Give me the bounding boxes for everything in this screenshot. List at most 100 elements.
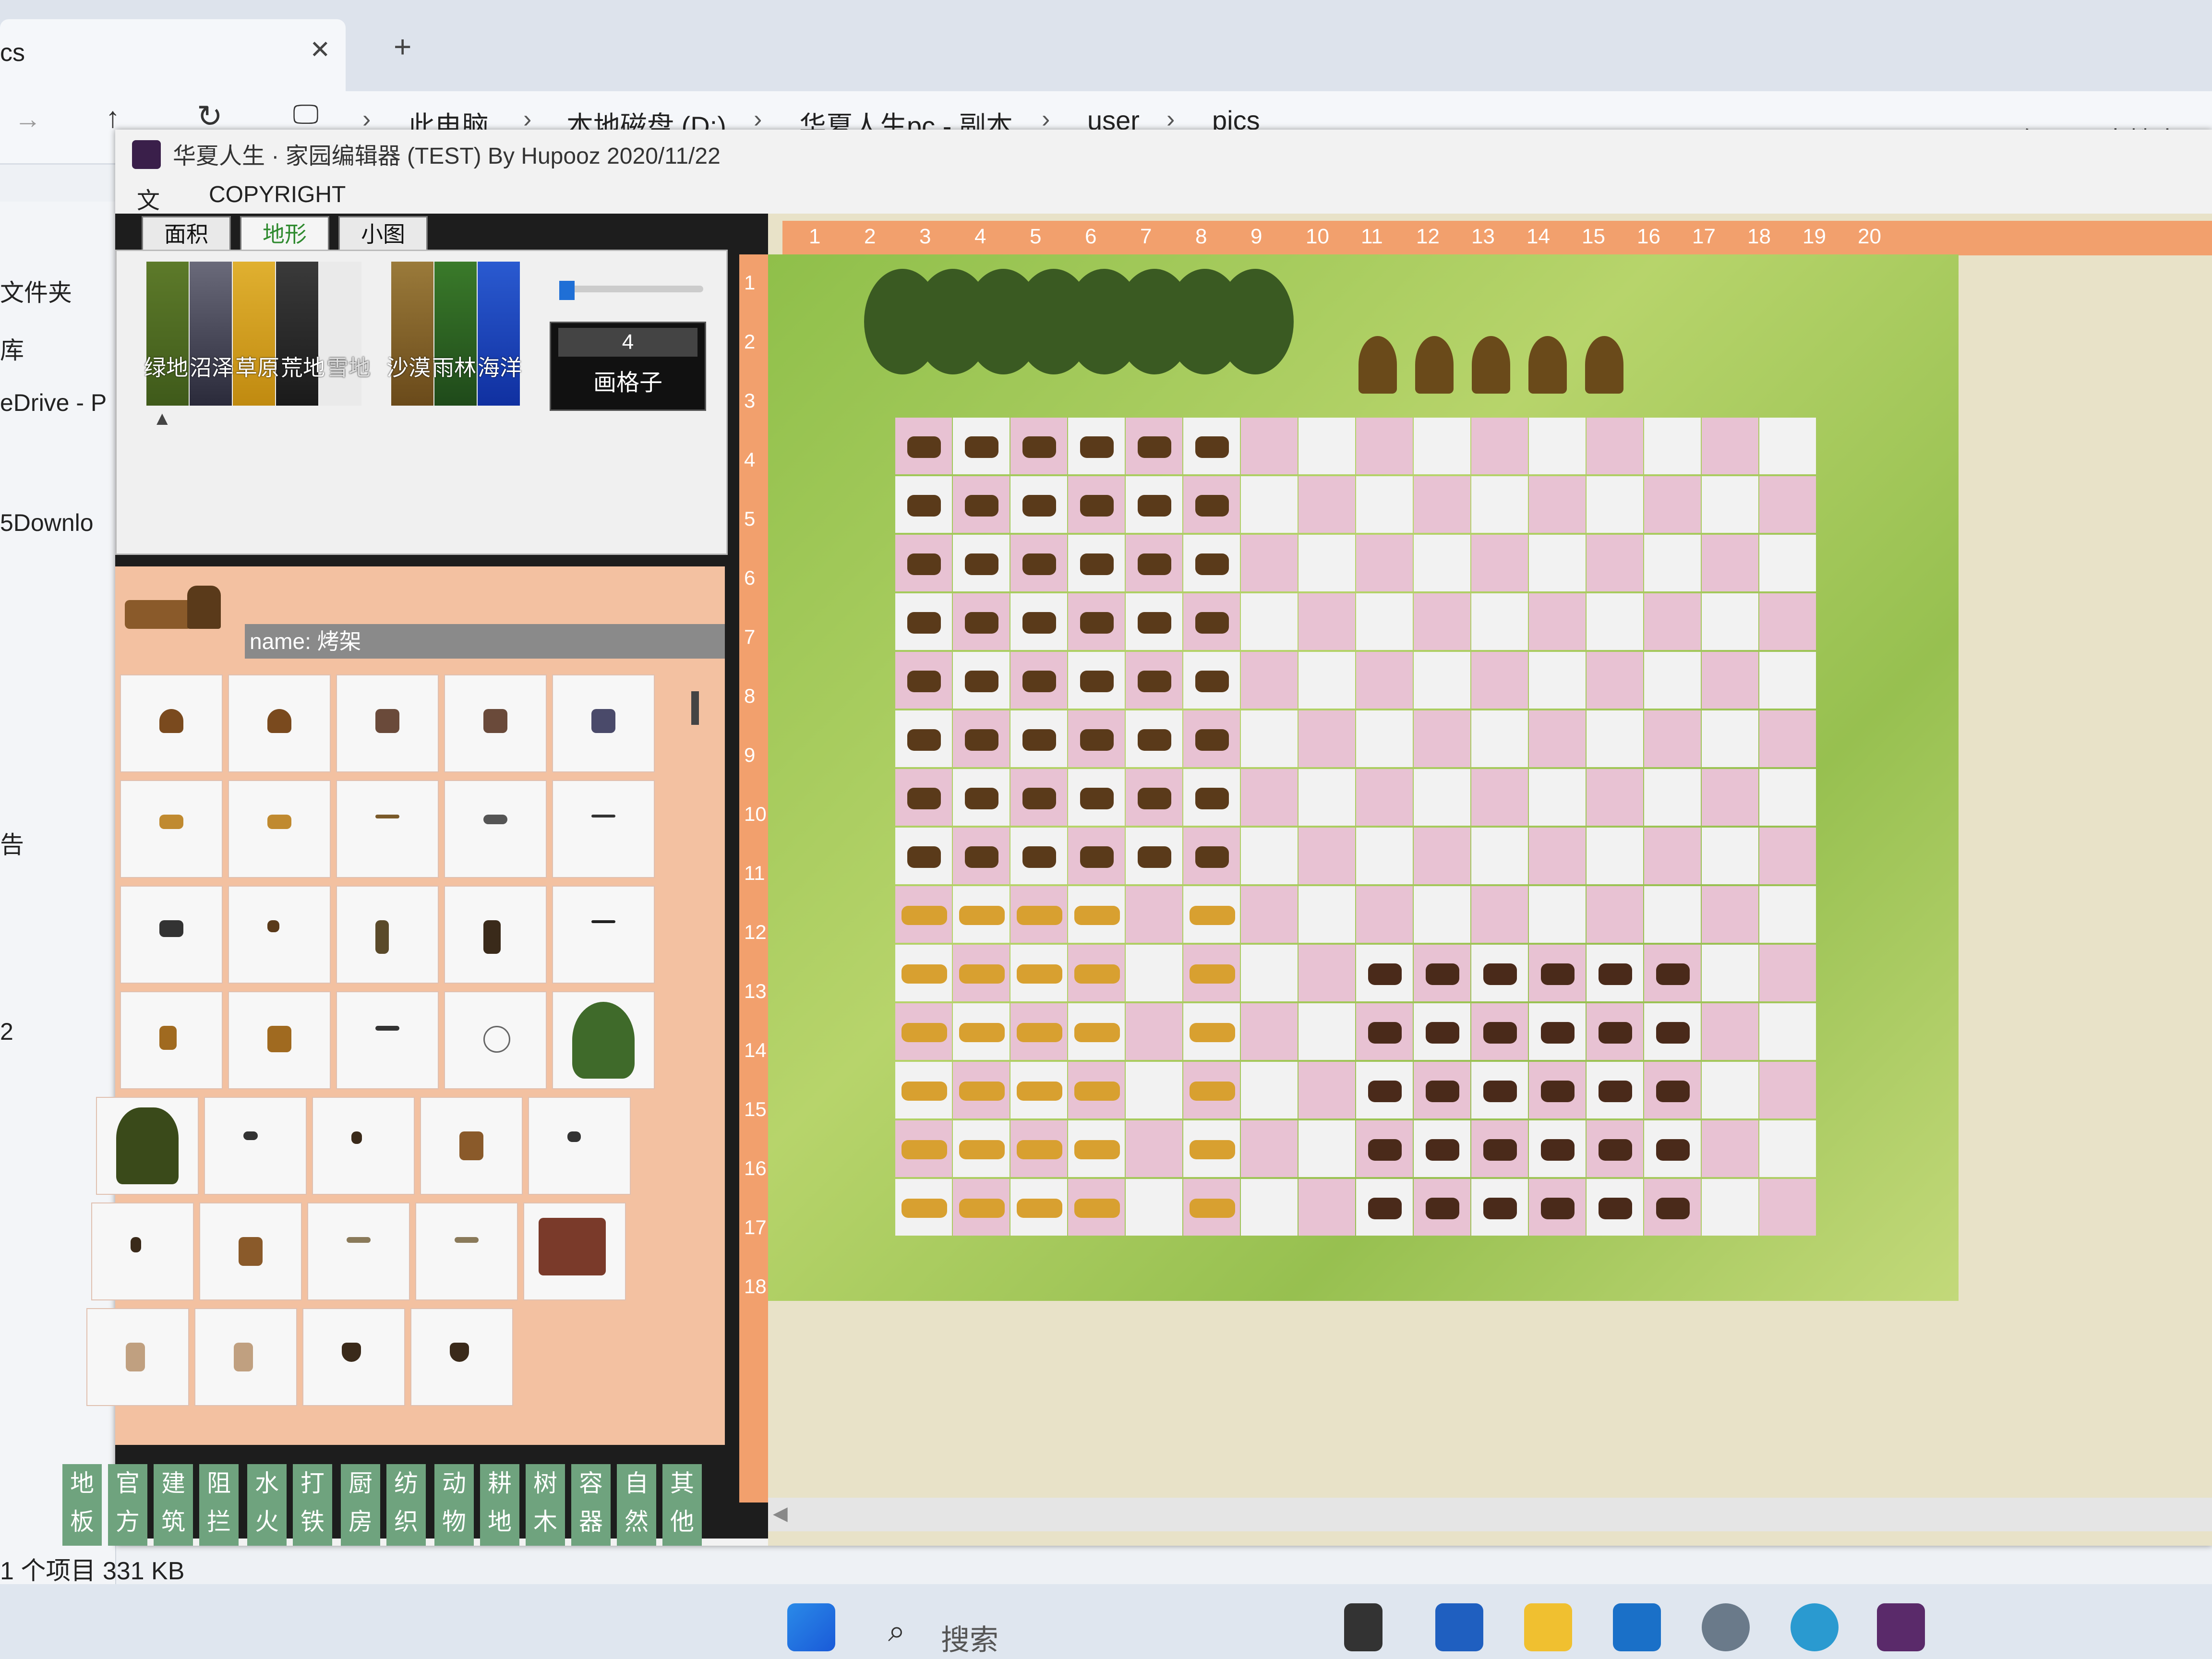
map-tile[interactable]	[1702, 1062, 1758, 1118]
item-cell[interactable]	[199, 1202, 302, 1300]
item-cell[interactable]	[552, 780, 655, 878]
category-smithing[interactable]: 打铁	[293, 1464, 332, 1546]
map-tile[interactable]	[1759, 1003, 1816, 1060]
map-tile[interactable]	[1414, 593, 1470, 650]
item-cell[interactable]	[228, 991, 331, 1089]
map-tile[interactable]	[1529, 828, 1586, 884]
item-cell[interactable]	[444, 886, 547, 984]
map-tile[interactable]	[1702, 886, 1758, 943]
map-tile[interactable]	[1241, 886, 1298, 943]
item-cell[interactable]	[336, 991, 439, 1089]
map-tile[interactable]	[1241, 769, 1298, 826]
map-tile[interactable]	[1356, 886, 1413, 943]
map-tile[interactable]	[1644, 652, 1701, 709]
map-horizontal-scrollbar[interactable]: ◀	[768, 1498, 2212, 1531]
map-tile[interactable]	[1529, 652, 1586, 709]
map-tile[interactable]	[1298, 886, 1355, 943]
map-tile[interactable]	[1356, 593, 1413, 650]
category-other[interactable]: 其他	[662, 1464, 702, 1546]
map-tile[interactable]	[1587, 828, 1643, 884]
map-tile[interactable]	[1298, 1120, 1355, 1177]
map-tile[interactable]	[1414, 418, 1470, 474]
map-tile[interactable]	[1702, 652, 1758, 709]
map-tile[interactable]	[1644, 593, 1701, 650]
refresh-icon[interactable]: ↻	[197, 98, 223, 134]
category-container[interactable]: 容器	[571, 1464, 611, 1546]
map-tile[interactable]	[1298, 828, 1355, 884]
map-tile[interactable]	[1471, 476, 1528, 533]
category-trees[interactable]: 树木	[526, 1464, 565, 1546]
item-cell[interactable]	[420, 1097, 523, 1195]
map-tile[interactable]	[1241, 1120, 1298, 1177]
folder-icon[interactable]	[1524, 1603, 1572, 1651]
item-cell[interactable]	[302, 1308, 405, 1406]
item-cell[interactable]	[120, 886, 223, 984]
map-tile[interactable]	[1644, 418, 1701, 474]
map-tile[interactable]	[1298, 1062, 1355, 1118]
sidebar-item-onedrive[interactable]: eDrive - P	[0, 389, 107, 417]
map-tile[interactable]	[1759, 1120, 1816, 1177]
map-tile[interactable]	[1587, 418, 1643, 474]
category-official[interactable]: 官方	[108, 1464, 147, 1546]
map-tile[interactable]	[1298, 418, 1355, 474]
new-tab-button[interactable]: +	[394, 29, 411, 64]
map-tile[interactable]	[1241, 945, 1298, 1001]
item-cell[interactable]	[312, 1097, 415, 1195]
terrain-swatch-grassland[interactable]	[146, 262, 189, 406]
map-tile[interactable]	[1241, 593, 1298, 650]
terrain-swatch-swamp[interactable]	[190, 262, 232, 406]
map-tile[interactable]	[1529, 769, 1586, 826]
close-icon[interactable]: ✕	[310, 36, 331, 64]
draw-grid-button[interactable]: 4 画格子	[550, 322, 706, 411]
map-tile[interactable]	[1702, 1179, 1758, 1236]
map-tile[interactable]	[1241, 418, 1298, 474]
map-tile[interactable]	[1126, 945, 1182, 1001]
map-tile[interactable]	[1587, 886, 1643, 943]
terrain-swatch-prairie[interactable]	[233, 262, 275, 406]
sidebar-item-partial[interactable]: 2	[0, 1018, 13, 1046]
map-tile[interactable]	[1702, 593, 1758, 650]
terrain-swatch-ocean[interactable]	[478, 262, 520, 406]
terrain-swatch-rainforest[interactable]	[434, 262, 477, 406]
map-tile[interactable]	[1414, 886, 1470, 943]
map-tile[interactable]	[1702, 476, 1758, 533]
map-tile[interactable]	[1587, 769, 1643, 826]
item-list-scrollbar[interactable]	[691, 691, 699, 725]
category-textile[interactable]: 纺织	[386, 1464, 426, 1546]
app-icon[interactable]	[1877, 1603, 1925, 1651]
map-tile[interactable]	[1644, 828, 1701, 884]
map-tile[interactable]	[1702, 1003, 1758, 1060]
map-tile[interactable]	[1587, 535, 1643, 591]
map-tile[interactable]	[1759, 476, 1816, 533]
map-tile[interactable]	[1759, 418, 1816, 474]
map-tile[interactable]	[1529, 535, 1586, 591]
map-tile[interactable]	[1702, 769, 1758, 826]
tab-small-image[interactable]: 小图	[338, 216, 428, 252]
map-tile[interactable]	[1356, 710, 1413, 767]
edge-icon[interactable]	[1791, 1603, 1839, 1651]
map-tile[interactable]	[1759, 1062, 1816, 1118]
map-tile[interactable]	[1241, 828, 1298, 884]
map-tile[interactable]	[1241, 476, 1298, 533]
map-tile[interactable]	[1241, 1003, 1298, 1060]
map-tile[interactable]	[1759, 886, 1816, 943]
item-cell[interactable]	[444, 674, 547, 772]
map-tile[interactable]	[1471, 828, 1528, 884]
item-cell[interactable]	[86, 1308, 189, 1406]
map-tile[interactable]	[1702, 710, 1758, 767]
category-water-fire[interactable]: 水火	[247, 1464, 287, 1546]
explorer-tab[interactable]: cs ✕	[0, 19, 346, 91]
item-cell[interactable]	[528, 1097, 631, 1195]
map-tile[interactable]	[1356, 418, 1413, 474]
category-building[interactable]: 建筑	[154, 1464, 193, 1546]
sidebar-item-library[interactable]: 库	[0, 331, 24, 366]
map-tile[interactable]	[1471, 769, 1528, 826]
map-tile[interactable]	[1529, 593, 1586, 650]
map-tile[interactable]	[1126, 1062, 1182, 1118]
map-tile[interactable]	[1471, 535, 1528, 591]
map-tile[interactable]	[1298, 1003, 1355, 1060]
item-cell[interactable]	[228, 780, 331, 878]
item-cell[interactable]	[336, 780, 439, 878]
item-cell[interactable]	[307, 1202, 410, 1300]
item-cell[interactable]	[523, 1202, 626, 1300]
